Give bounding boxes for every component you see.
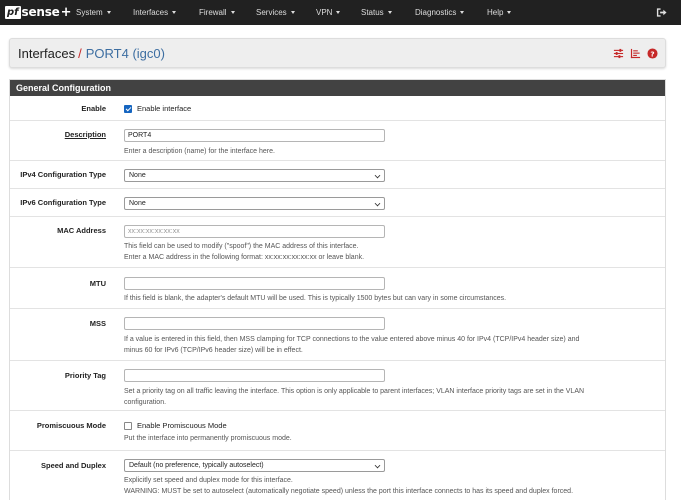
row-promiscuous-mode: Promiscuous Mode Enable Promiscuous Mode… xyxy=(10,410,665,450)
description-help: Enter a description (name) for the inter… xyxy=(124,148,275,155)
ipv4-type-select[interactable]: None xyxy=(124,169,385,182)
row-enable: Enable Enable interface xyxy=(10,96,665,120)
row-mtu: MTU If this field is blank, the adapter'… xyxy=(10,267,665,308)
caret-down-icon xyxy=(290,11,295,14)
row-mac-address: MAC Address xx:xx:xx:xx:xx:xx This field… xyxy=(10,216,665,267)
sliders-icon[interactable] xyxy=(613,48,624,59)
caret-down-icon xyxy=(460,11,465,14)
description-input[interactable]: PORT4 xyxy=(124,129,385,142)
top-navbar: pf sense + System Interfaces Firewall Se… xyxy=(0,0,681,25)
row-ipv4-type: IPv4 Configuration Type None xyxy=(10,160,665,188)
list-chart-icon[interactable] xyxy=(630,48,641,59)
mss-help-line1: If a value is entered in this field, the… xyxy=(124,336,580,343)
menu-label: Status xyxy=(361,8,384,17)
mac-address-help-line2: Enter a MAC address in the following for… xyxy=(124,254,365,261)
promiscuous-checkbox-group: Enable Promiscuous Mode xyxy=(124,421,227,430)
ipv6-type-label: IPv6 Configuration Type xyxy=(20,198,106,207)
mac-address-input[interactable]: xx:xx:xx:xx:xx:xx xyxy=(124,225,385,238)
promiscuous-checkbox-label[interactable]: Enable Promiscuous Mode xyxy=(137,421,227,430)
speed-duplex-value: Default (no preference, typically autose… xyxy=(129,462,264,469)
help-icon[interactable]: ? xyxy=(647,48,658,59)
breadcrumb: Interfaces / PORT4 (igc0) xyxy=(18,46,165,61)
priority-tag-label: Priority Tag xyxy=(64,371,106,380)
menu-label: Interfaces xyxy=(133,8,169,17)
caret-down-icon xyxy=(387,11,392,14)
priority-tag-help-line2: configuration. xyxy=(124,399,167,406)
mss-input[interactable] xyxy=(124,317,385,330)
menu-diagnostics[interactable]: Diagnostics xyxy=(415,8,487,17)
menu-label: Diagnostics xyxy=(415,8,457,17)
enable-label: Enable xyxy=(81,104,106,113)
menu-label: VPN xyxy=(316,8,333,17)
promiscuous-checkbox[interactable] xyxy=(124,421,132,430)
mac-address-help-line1: This field can be used to modify ("spoof… xyxy=(124,243,359,250)
description-label: Description xyxy=(64,130,106,139)
caret-down-icon xyxy=(507,11,512,14)
mss-help-line2: minus 60 for IPv6 (TCP/IPv6 header size)… xyxy=(124,347,303,354)
menu-label: Firewall xyxy=(199,8,227,17)
breadcrumb-interfaces[interactable]: Interfaces xyxy=(18,46,75,61)
caret-down-icon xyxy=(106,11,111,14)
mac-address-label: MAC Address xyxy=(57,226,106,235)
ipv4-type-value: None xyxy=(129,172,146,179)
caret-down-icon xyxy=(336,11,341,14)
enable-checkbox-group: Enable interface xyxy=(124,104,191,113)
row-priority-tag: Priority Tag Set a priority tag on all t… xyxy=(10,360,665,410)
menu-label: Services xyxy=(256,8,287,17)
mtu-help: If this field is blank, the adapter's de… xyxy=(124,295,507,302)
chevron-down-icon xyxy=(374,200,381,207)
mss-label: MSS xyxy=(89,319,106,328)
menu-firewall[interactable]: Firewall xyxy=(199,8,256,17)
ipv6-type-select[interactable]: None xyxy=(124,197,385,210)
row-speed-duplex: Speed and Duplex Default (no preference,… xyxy=(10,450,665,500)
sign-out-icon[interactable] xyxy=(656,7,667,18)
promiscuous-help: Put the interface into permanently promi… xyxy=(124,435,292,442)
row-description: Description PORT4 Enter a description (n… xyxy=(10,120,665,160)
logo-plus-text: + xyxy=(60,4,72,20)
menu-label: Help xyxy=(487,8,504,17)
mtu-label: MTU xyxy=(89,279,106,288)
general-configuration-panel: General Configuration Enable Enable inte… xyxy=(9,79,666,500)
enable-checkbox-label[interactable]: Enable interface xyxy=(137,104,191,113)
mtu-input[interactable] xyxy=(124,277,385,290)
priority-tag-input[interactable] xyxy=(124,369,385,382)
ipv6-type-value: None xyxy=(129,200,146,207)
menu-help[interactable]: Help xyxy=(487,8,527,17)
main-menu: System Interfaces Firewall Services VPN … xyxy=(76,0,527,25)
caret-down-icon xyxy=(172,11,177,14)
caret-down-icon xyxy=(230,11,235,14)
pfsense-logo[interactable]: pf sense + xyxy=(5,3,72,21)
menu-interfaces[interactable]: Interfaces xyxy=(133,8,199,17)
breadcrumb-separator: / xyxy=(78,46,82,61)
row-ipv6-type: IPv6 Configuration Type None xyxy=(10,188,665,216)
menu-services[interactable]: Services xyxy=(256,8,316,17)
speed-duplex-select[interactable]: Default (no preference, typically autose… xyxy=(124,459,385,472)
menu-status[interactable]: Status xyxy=(361,8,415,17)
logo-pf-mark: pf xyxy=(5,5,21,19)
chevron-down-icon xyxy=(374,462,381,469)
logo-sense-text: sense xyxy=(21,5,60,19)
enable-checkbox[interactable] xyxy=(124,104,132,113)
menu-system[interactable]: System xyxy=(76,8,133,17)
menu-vpn[interactable]: VPN xyxy=(316,8,361,17)
row-mss: MSS If a value is entered in this field,… xyxy=(10,308,665,360)
speed-duplex-help-line1: Explicitly set speed and duplex mode for… xyxy=(124,477,293,484)
page-title-bar: Interfaces / PORT4 (igc0) ? xyxy=(9,38,666,68)
speed-duplex-label: Speed and Duplex xyxy=(40,461,106,470)
priority-tag-help-line1: Set a priority tag on all traffic leavin… xyxy=(124,388,585,395)
svg-text:?: ? xyxy=(650,49,654,58)
promiscuous-mode-label: Promiscuous Mode xyxy=(36,421,106,430)
chevron-down-icon xyxy=(374,172,381,179)
breadcrumb-current[interactable]: PORT4 (igc0) xyxy=(86,46,165,61)
title-icon-group: ? xyxy=(613,48,658,59)
ipv4-type-label: IPv4 Configuration Type xyxy=(20,170,106,179)
panel-heading: General Configuration xyxy=(10,80,665,96)
speed-duplex-help-line2: WARNING: MUST be set to autoselect (auto… xyxy=(124,488,574,495)
menu-label: System xyxy=(76,8,103,17)
